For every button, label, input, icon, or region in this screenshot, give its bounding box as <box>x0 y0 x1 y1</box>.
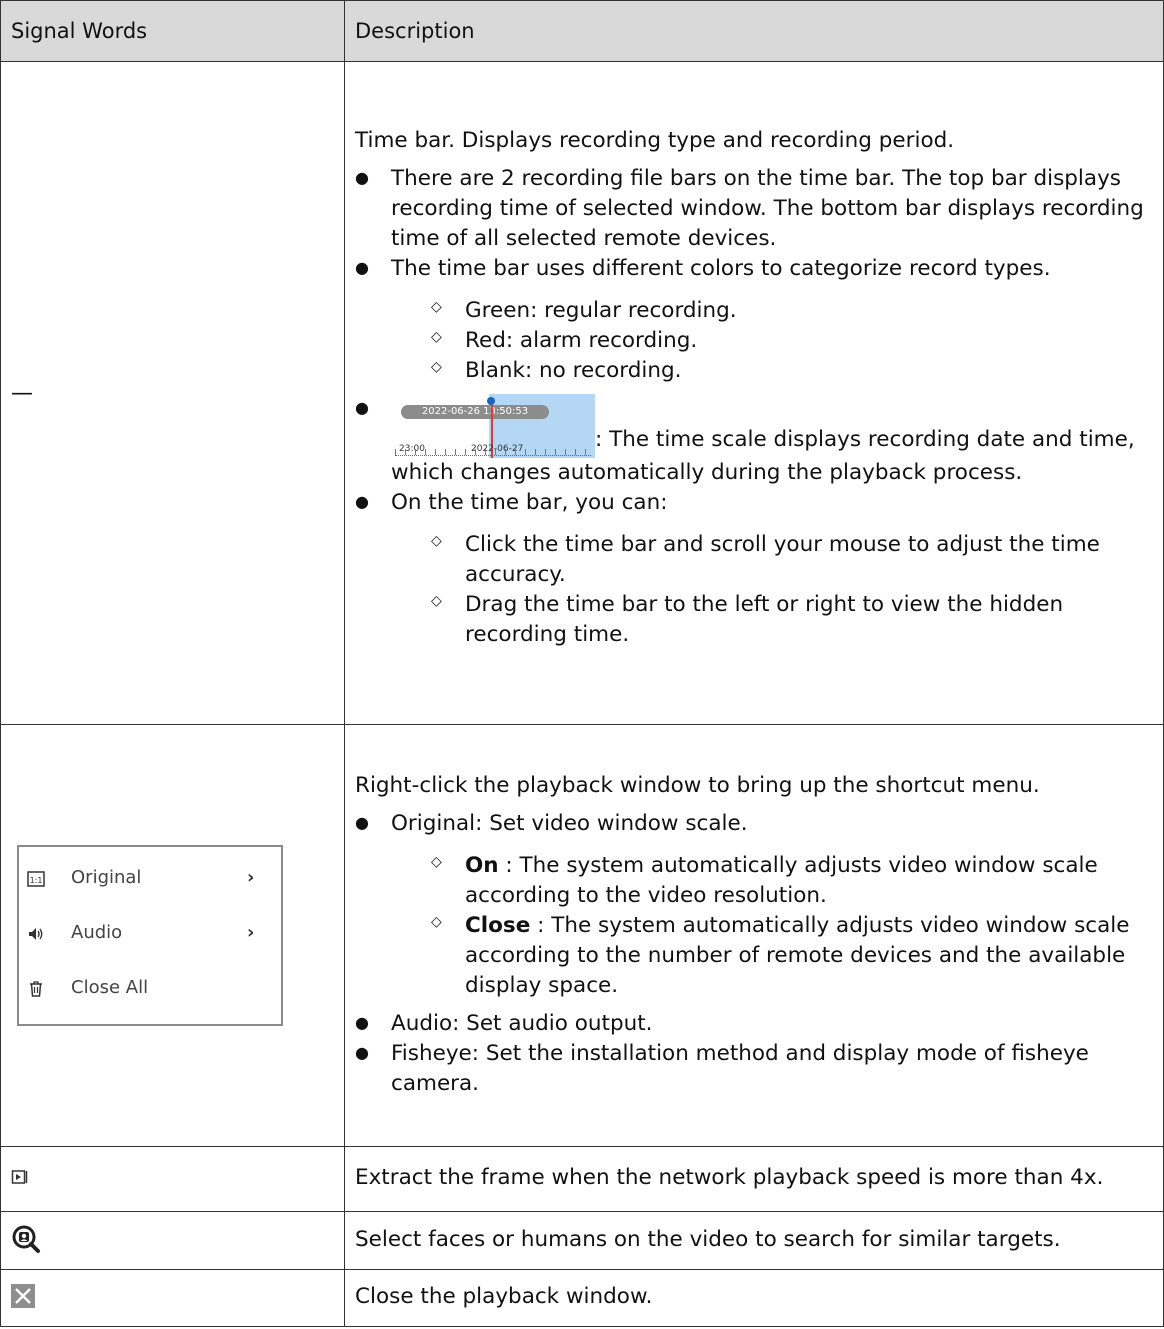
timebar-intro: Time bar. Displays recording type and re… <box>355 128 955 153</box>
signal-cell <box>0 1211 345 1270</box>
face-search-icon <box>12 1225 40 1253</box>
list-item: On : The system automatically adjusts vi… <box>427 847 1153 911</box>
list-item: Fisheye: Set the installation method and… <box>355 1038 1153 1099</box>
table-row: Select faces or humans on the video to s… <box>0 1211 1164 1270</box>
dash-signal: — <box>11 380 33 406</box>
time-pill: 2022-06-26 13:50:53 <box>401 405 549 419</box>
list-item-text: The time bar uses different colors to ca… <box>391 256 1051 281</box>
menu-item-label: Original <box>71 867 142 888</box>
header-description: Description <box>344 0 1164 62</box>
list-item: Green: regular recording. <box>427 292 1153 326</box>
list-item: Blank: no recording. <box>427 352 1153 386</box>
svg-text:1:1: 1:1 <box>30 876 43 885</box>
list-item-text: Original: Set video window scale. <box>391 810 748 836</box>
list-item: Close : The system automatically adjusts… <box>427 907 1153 1001</box>
menu-item-original[interactable]: 1:1 Original › <box>19 853 281 908</box>
table-row: Extract the frame when the network playb… <box>0 1146 1164 1212</box>
list-item: The time bar uses different colors to ca… <box>355 253 1153 386</box>
ratio-1-1-icon: 1:1 <box>27 871 45 887</box>
list-item: Click the time bar and scroll your mouse… <box>427 526 1153 590</box>
playhead-knob <box>487 397 495 405</box>
signal-cell: — <box>0 61 345 725</box>
list-item: There are 2 recording file bars on the t… <box>355 163 1153 254</box>
timebar-actions-sublist: Click the time bar and scroll your mouse… <box>391 526 1153 650</box>
description-cell: Time bar. Displays recording type and re… <box>344 61 1164 725</box>
menu-item-close-all[interactable]: Close All <box>19 963 281 1018</box>
header-signal-words: Signal Words <box>0 0 345 62</box>
signal-words-table: Signal Words Description — Time bar. Dis… <box>0 0 1164 1327</box>
close-label: Close <box>465 912 531 938</box>
list-item-text: : The system automatically adjusts video… <box>465 852 1098 908</box>
list-item-text: On the time bar, you can: <box>391 490 668 515</box>
description-cell: Close the playback window. <box>344 1269 1164 1327</box>
frame-extract-icon <box>11 1170 28 1184</box>
signal-cell <box>0 1269 345 1327</box>
signal-cell <box>0 1146 345 1212</box>
timebar-bullets: There are 2 recording file bars on the t… <box>355 163 1153 650</box>
menu-item-label: Close All <box>71 977 149 998</box>
time-scale-image: 2022-06-26 13:50:53 23:00 2022-06-27 <box>391 394 595 458</box>
list-item: 2022-06-26 13:50:53 23:00 2022-06-27 : T… <box>355 393 1153 488</box>
menu-bullets: Original: Set video window scale. On : T… <box>355 808 1153 1099</box>
table-row: — Time bar. Displays recording type and … <box>0 61 1164 725</box>
list-item: On the time bar, you can: Click the time… <box>355 487 1153 650</box>
color-sublist: Green: regular recording. Red: alarm rec… <box>391 292 1153 386</box>
chevron-right-icon: › <box>247 922 255 943</box>
table-row: Close the playback window. <box>0 1269 1164 1327</box>
on-label: On <box>465 852 499 878</box>
menu-intro: Right-click the playback window to bring… <box>355 772 1040 798</box>
shortcut-menu: 1:1 Original › Audio › Close All <box>17 845 283 1026</box>
menu-item-audio[interactable]: Audio › <box>19 908 281 963</box>
speaker-icon <box>29 928 43 940</box>
list-item: Original: Set video window scale. On : T… <box>355 808 1153 1001</box>
description-cell: Right-click the playback window to bring… <box>344 724 1164 1147</box>
close-window-icon <box>11 1284 35 1308</box>
description-cell: Select faces or humans on the video to s… <box>344 1211 1164 1270</box>
trash-icon <box>30 981 42 997</box>
chevron-right-icon: › <box>247 867 255 888</box>
description-cell: Extract the frame when the network playb… <box>344 1146 1164 1212</box>
list-item: Audio: Set audio output. <box>355 1008 1153 1039</box>
tick-marks <box>395 447 591 456</box>
table-header-row: Signal Words Description <box>0 0 1164 62</box>
table-row: 1:1 Original › Audio › Close All Right-c… <box>0 724 1164 1147</box>
list-item: Red: alarm recording. <box>427 322 1153 356</box>
list-item-text: : The system automatically adjusts video… <box>465 912 1130 998</box>
menu-item-label: Audio <box>71 922 123 943</box>
list-item: Drag the time bar to the left or right t… <box>427 586 1153 650</box>
signal-cell: 1:1 Original › Audio › Close All <box>0 724 345 1147</box>
scale-sublist: On : The system automatically adjusts vi… <box>391 847 1153 1001</box>
